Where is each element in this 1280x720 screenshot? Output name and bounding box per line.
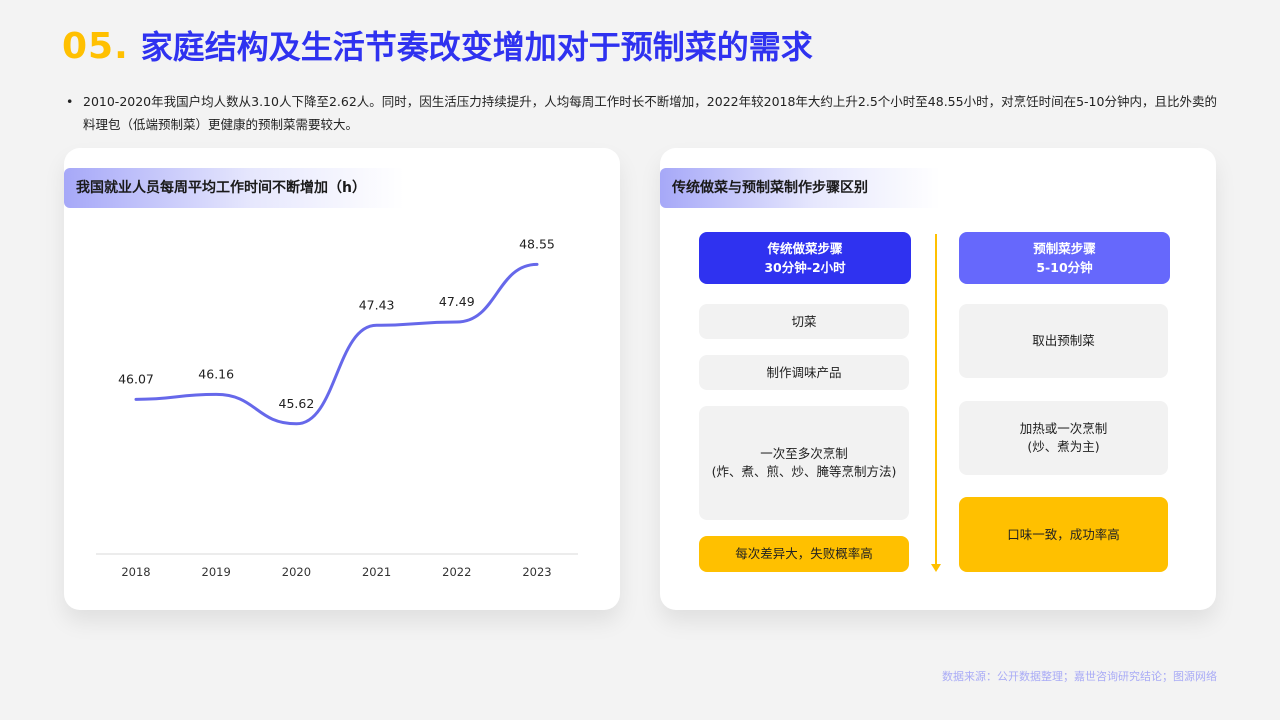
- traditional-step: 一次至多次烹制 (炸、煮、煎、炒、腌等烹制方法): [699, 406, 909, 520]
- traditional-step: 切菜: [699, 304, 909, 339]
- result-text: 口味一致，成功率高: [1007, 526, 1120, 542]
- data-label: 46.07: [118, 371, 154, 386]
- x-tick-label: 2020: [282, 565, 311, 579]
- step-text: 加热或一次烹制: [1019, 421, 1108, 436]
- chart-card: 我国就业人员每周平均工作时间不断增加（h） 46.07 2018 46.16 2019…: [64, 148, 620, 610]
- x-tick-label: 2023: [522, 565, 551, 579]
- step-text-detail: (炒、煮为主): [1027, 439, 1100, 454]
- traditional-result: 每次差异大，失败概率高: [699, 536, 909, 572]
- series-line: [134, 262, 539, 426]
- bullet-dot: •: [66, 94, 74, 109]
- intro-paragraph: • 2010-2020年我国户均人数从3.10人下降至2.62人。同时，因生活压…: [66, 90, 1226, 136]
- section-number: 05.: [62, 26, 129, 67]
- step-text: 一次至多次烹制: [760, 446, 848, 461]
- traditional-header-title: 传统做菜步骤: [767, 241, 843, 256]
- data-label: 47.49: [439, 294, 475, 309]
- step-text: 制作调味产品: [766, 364, 842, 380]
- x-tick-label: 2022: [442, 565, 471, 579]
- result-text: 每次差异大，失败概率高: [735, 546, 873, 561]
- data-label: 47.43: [359, 297, 395, 312]
- prepared-step: 取出预制菜: [959, 304, 1168, 378]
- data-label: 45.62: [279, 396, 315, 411]
- prepared-header: 预制菜步骤 5-10分钟: [959, 232, 1170, 284]
- prepared-header-title: 预制菜步骤: [1033, 241, 1096, 256]
- step-text-detail: (炸、煮、煎、炒、腌等烹制方法): [711, 464, 897, 479]
- prepared-header-time: 5-10分钟: [1036, 260, 1093, 275]
- data-label: 46.16: [198, 366, 234, 381]
- data-label: 48.55: [519, 236, 555, 251]
- traditional-header: 传统做菜步骤 30分钟-2小时: [699, 232, 911, 284]
- data-source-note: 数据来源：公开数据整理；嘉世咨询研究结论；图源网络: [942, 670, 1217, 683]
- step-text: 取出预制菜: [1032, 333, 1095, 348]
- traditional-step: 制作调味产品: [699, 355, 909, 390]
- intro-text: 2010-2020年我国户均人数从3.10人下降至2.62人。同时，因生活压力持…: [83, 94, 1217, 132]
- traditional-header-time: 30分钟-2小时: [764, 260, 846, 275]
- prepared-step: 加热或一次烹制 (炒、煮为主): [959, 401, 1168, 475]
- work-hours-line-chart: 46.07 2018 46.16 2019 45.62 2020 47.43 2021 47.4…: [96, 236, 578, 579]
- comparison-card-title: 传统做菜与预制菜制作步骤区别: [660, 168, 940, 208]
- comparison-card: 传统做菜与预制菜制作步骤区别 传统做菜步骤 30分钟-2小时 预制菜步骤 5-1…: [660, 148, 1216, 610]
- divider-line: [935, 234, 937, 566]
- prepared-result: 口味一致，成功率高: [959, 497, 1168, 572]
- page-title: 家庭结构及生活节奏改变增加对于预制菜的需求: [140, 28, 813, 66]
- page-header: 05. 家庭结构及生活节奏改变增加对于预制菜的需求: [62, 22, 813, 68]
- x-tick-label: 2018: [121, 565, 150, 579]
- arrow-down-icon: [931, 564, 941, 572]
- x-tick-label: 2021: [362, 565, 391, 579]
- x-tick-label: 2019: [202, 565, 231, 579]
- step-text: 切菜: [791, 313, 817, 329]
